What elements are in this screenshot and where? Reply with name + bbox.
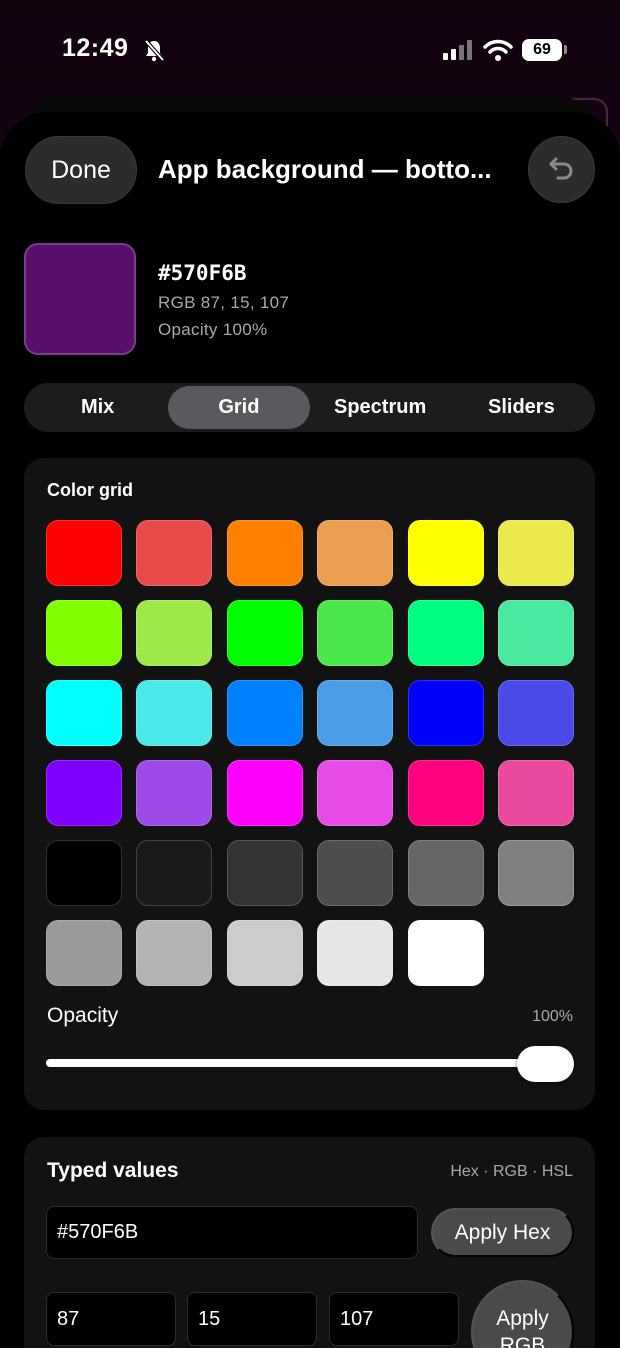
hex-input[interactable]: #570F6B: [46, 1206, 418, 1259]
color-grid-cell[interactable]: [226, 920, 303, 986]
color-grid-cell[interactable]: [136, 600, 213, 666]
color-grid-cell[interactable]: [226, 840, 303, 906]
color-grid-cell[interactable]: [136, 920, 213, 986]
opacity-value: 100%: [532, 1008, 573, 1025]
color-grid-cell[interactable]: [46, 680, 122, 746]
undo-button[interactable]: [528, 136, 595, 203]
color-grid-panel: Color grid Opacity 100%: [24, 458, 595, 1110]
color-grid-cell[interactable]: [46, 760, 122, 826]
typed-values-hint: Hex · RGB · HSL: [450, 1163, 573, 1180]
current-color-swatch: [24, 243, 136, 355]
color-grid-cell[interactable]: [317, 920, 394, 986]
tab-mix[interactable]: Mix: [27, 386, 168, 429]
color-grid-cell[interactable]: [46, 520, 122, 586]
done-button[interactable]: Done: [25, 136, 137, 204]
color-grid-cell[interactable]: [226, 520, 303, 586]
tab-grid[interactable]: Grid: [168, 386, 310, 429]
color-grid-cell[interactable]: [317, 680, 394, 746]
color-grid-cell[interactable]: [317, 600, 394, 666]
apply-hex-button[interactable]: Apply Hex: [431, 1208, 574, 1257]
color-grid-cell[interactable]: [317, 520, 394, 586]
color-grid-cell[interactable]: [136, 680, 213, 746]
undo-icon: [548, 155, 576, 184]
tab-sliders[interactable]: Sliders: [451, 386, 592, 429]
typed-values-title: Typed values: [47, 1159, 179, 1182]
color-grid-cell[interactable]: [407, 600, 484, 666]
picker-mode-tabs: Mix Grid Spectrum Sliders: [24, 383, 595, 432]
color-grid-cell[interactable]: [226, 760, 303, 826]
typed-values-panel: Typed values Hex · RGB · HSL #570F6B App…: [24, 1137, 595, 1348]
status-time: 12:49: [62, 34, 129, 62]
sheet-title: App background — botto...: [158, 154, 492, 184]
color-grid-cell[interactable]: [497, 760, 574, 826]
current-rgb: RGB 87, 15, 107: [158, 293, 290, 312]
color-grid-cell[interactable]: [226, 600, 303, 666]
color-grid-cell[interactable]: [136, 520, 213, 586]
color-grid-cell[interactable]: [407, 520, 484, 586]
color-grid-cell[interactable]: [407, 760, 484, 826]
current-hex: #570F6B: [158, 261, 247, 285]
color-grid-cell[interactable]: [226, 680, 303, 746]
color-grid-cell[interactable]: [497, 520, 574, 586]
color-grid-cell[interactable]: [317, 840, 394, 906]
opacity-label: Opacity: [47, 1004, 119, 1027]
color-grid-cell[interactable]: [46, 840, 122, 906]
battery-indicator: 69: [522, 39, 562, 61]
color-grid-cell[interactable]: [497, 600, 574, 666]
apply-rgb-button[interactable]: Apply RGB: [471, 1280, 574, 1348]
color-grid: [46, 520, 574, 986]
color-grid-cell[interactable]: [407, 840, 484, 906]
color-grid-cell[interactable]: [136, 840, 213, 906]
color-grid-cell[interactable]: [46, 920, 122, 986]
battery-cap: [564, 45, 567, 54]
status-bar: 12:49 69: [0, 0, 620, 100]
color-grid-label: Color grid: [47, 480, 133, 500]
tab-spectrum[interactable]: Spectrum: [310, 386, 451, 429]
current-opacity: Opacity 100%: [158, 320, 268, 339]
bell-muted-icon: [143, 38, 165, 62]
color-grid-cell[interactable]: [497, 680, 574, 746]
color-grid-cell[interactable]: [136, 760, 213, 826]
color-grid-cell[interactable]: [407, 680, 484, 746]
color-grid-cell[interactable]: [317, 760, 394, 826]
opacity-slider-track[interactable]: [46, 1059, 572, 1067]
green-input[interactable]: 15: [187, 1292, 317, 1346]
color-grid-cell[interactable]: [497, 840, 574, 906]
blue-input[interactable]: 107: [329, 1292, 459, 1346]
opacity-slider-thumb[interactable]: [517, 1046, 574, 1082]
wifi-icon: [483, 38, 513, 62]
color-grid-cell[interactable]: [407, 920, 484, 986]
color-grid-cell[interactable]: [46, 600, 122, 666]
red-input[interactable]: 87: [46, 1292, 176, 1346]
cellular-signal-icon: [443, 40, 475, 60]
